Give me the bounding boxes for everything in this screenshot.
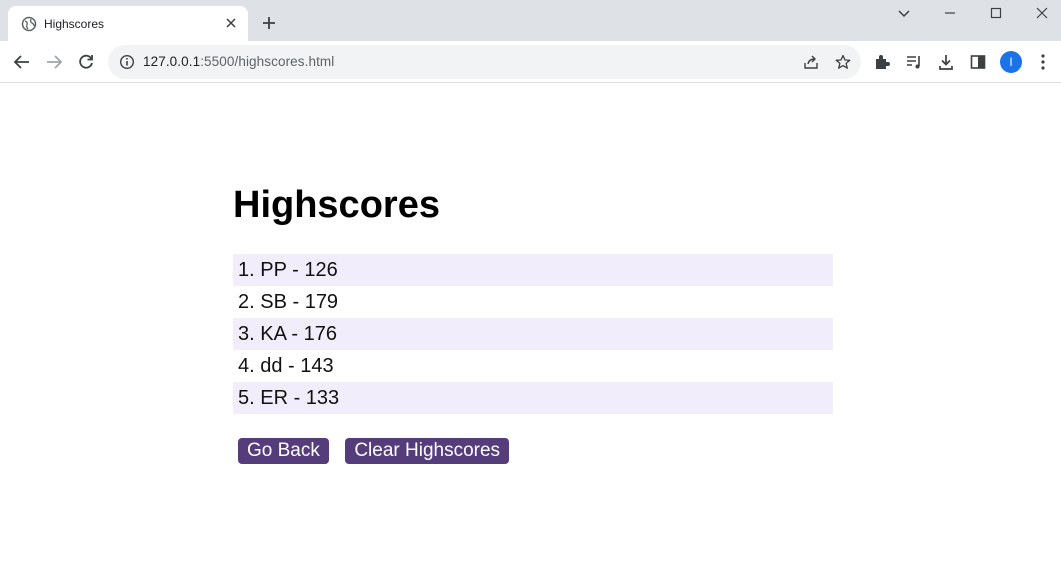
side-panel-icon[interactable] (968, 52, 988, 72)
go-back-button[interactable]: Go Back (238, 438, 329, 464)
url-path: :5500/highscores.html (200, 54, 335, 69)
reading-list-icon[interactable] (904, 52, 924, 72)
maximize-icon[interactable] (984, 4, 1008, 22)
minimize-icon[interactable] (938, 4, 962, 22)
close-window-icon[interactable] (1030, 4, 1054, 22)
extensions-puzzle-icon[interactable] (872, 52, 892, 72)
menu-kebab-icon[interactable] (1033, 52, 1053, 72)
tab-strip: Highscores (0, 0, 1061, 41)
score-item: 4. dd - 143 (238, 355, 334, 377)
score-item: 3. KA - 176 (233, 318, 833, 350)
score-item: 1. PP - 126 (233, 254, 833, 286)
button-row: Go Back Clear Highscores (238, 438, 521, 464)
share-icon[interactable] (802, 53, 820, 71)
forward-arrow-icon[interactable] (42, 50, 66, 74)
back-arrow-icon[interactable] (10, 50, 34, 74)
reload-icon[interactable] (74, 50, 98, 74)
profile-avatar[interactable]: I (1000, 51, 1022, 73)
score-item: 2. SB - 179 (238, 291, 339, 313)
browser-toolbar: 127.0.0.1:5500/highscores.html (0, 41, 1061, 83)
url-host: 127.0.0.1 (143, 54, 201, 69)
new-tab-plus-icon[interactable] (259, 13, 279, 33)
globe-icon (21, 16, 37, 32)
highscores-list: 1. PP - 126 2. SB - 179 3. KA - 176 4. d… (233, 254, 833, 414)
site-info-icon[interactable] (119, 54, 135, 70)
close-tab-icon[interactable] (222, 14, 240, 32)
score-item: 5. ER - 133 (233, 382, 833, 414)
page-title: Highscores (233, 184, 440, 226)
tab-search-chevron-icon[interactable] (892, 4, 916, 22)
clear-highscores-button[interactable]: Clear Highscores (345, 438, 510, 464)
download-icon[interactable] (936, 52, 956, 72)
bookmark-star-icon[interactable] (834, 53, 852, 71)
url-text: 127.0.0.1:5500/highscores.html (143, 54, 334, 69)
tab-title: Highscores (44, 17, 105, 31)
address-bar[interactable]: 127.0.0.1:5500/highscores.html (108, 45, 861, 79)
tab-highscores[interactable]: Highscores (8, 6, 248, 41)
